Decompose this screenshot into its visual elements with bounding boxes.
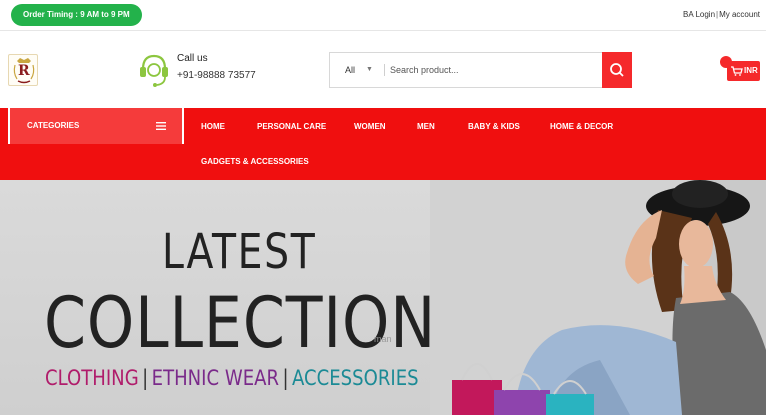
search-bar: All ▼: [329, 52, 632, 88]
link-separator: |: [716, 10, 719, 19]
top-bar: Order Timing : 9 AM to 9 PM BA Login|My …: [0, 0, 766, 31]
nav-home-decor[interactable]: HOME & DECOR: [550, 122, 613, 131]
main-nav: CATEGORIES HOME PERSONAL CARE WOMEN MEN …: [0, 108, 766, 180]
hero-ethnic-wear: ETHNIC WEAR: [151, 366, 280, 390]
hero-accessories: ACCESSORIES: [292, 366, 419, 390]
order-timing-badge: Order Timing : 9 AM to 9 PM: [11, 4, 142, 26]
my-account-link[interactable]: My account: [719, 10, 760, 19]
nav-gadgets-accessories[interactable]: GADGETS & ACCESSORIES: [201, 157, 309, 166]
hero-banner[interactable]: LATEST COLLECTION man CLOTHING | ETHNIC WE…: [0, 180, 766, 415]
hero-collection-text: COLLECTION: [44, 282, 437, 364]
hero-bar-1: |: [142, 366, 149, 390]
hero-small-text: man: [374, 334, 392, 344]
nav-home[interactable]: HOME: [201, 122, 225, 131]
headset-icon: [140, 54, 168, 87]
categories-label: CATEGORIES: [27, 121, 80, 130]
hero-bar-2: |: [282, 366, 289, 390]
account-links: BA Login|My account: [683, 10, 760, 19]
model-image: [430, 180, 766, 415]
logo-letter: R: [18, 63, 30, 79]
hero-clothing: CLOTHING: [45, 366, 139, 390]
nav-baby-kids[interactable]: BABY & KIDS: [468, 122, 520, 131]
phone-number[interactable]: +91-98888 73577: [177, 70, 256, 81]
nav-men[interactable]: MEN: [417, 122, 435, 131]
search-button[interactable]: [602, 52, 632, 88]
search-category-select[interactable]: All: [345, 53, 355, 87]
header: R Call us +91-98888 73577 All ▼ Search p…: [0, 32, 766, 108]
hero-subtitle: CLOTHING | ETHNIC WEAR | ACCESSORIES: [45, 366, 419, 390]
categories-button[interactable]: CATEGORIES: [8, 108, 184, 144]
nav-personal-care[interactable]: PERSONAL CARE: [257, 122, 326, 131]
search-divider: [384, 64, 385, 76]
hero-latest-text: LATEST: [162, 224, 317, 280]
search-icon: [610, 63, 624, 77]
currency-label: INR: [744, 66, 758, 75]
call-us-label: Call us: [177, 53, 208, 64]
nav-women[interactable]: WOMEN: [354, 122, 386, 131]
chevron-down-icon[interactable]: ▼: [366, 53, 373, 87]
ba-login-link[interactable]: BA Login: [683, 10, 715, 19]
cart-icon: [731, 66, 743, 76]
cart-button[interactable]: INR: [720, 56, 760, 81]
menu-icon: [156, 122, 166, 130]
search-input[interactable]: [390, 60, 595, 80]
site-logo[interactable]: R: [8, 54, 38, 86]
